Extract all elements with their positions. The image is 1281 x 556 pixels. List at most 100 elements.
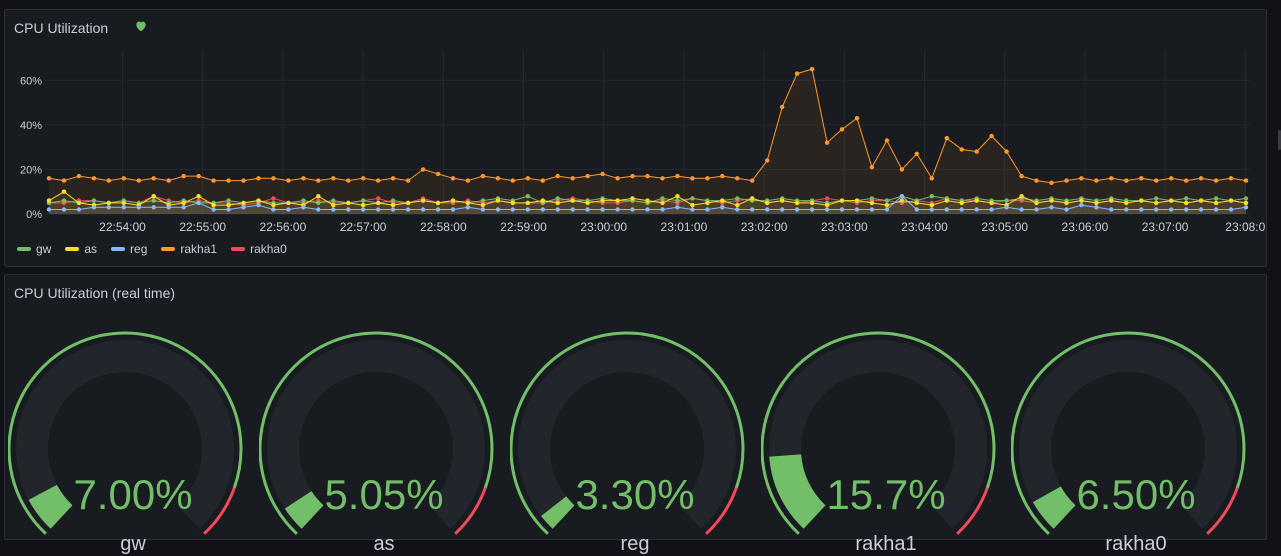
data-point-reg <box>1079 202 1084 208</box>
cpu-utilization-panel: 0% 20% 40% 60% 22:54:00 22:55:00 22:56:00 22:57… <box>4 9 1267 267</box>
data-point-as <box>525 200 530 206</box>
series-line-rakha1 <box>48 68 1247 184</box>
gauge-rakha0: 6.50% rakha0 <box>1011 315 1261 555</box>
data-point-rakha1 <box>705 176 710 181</box>
data-point-gw <box>1154 196 1159 201</box>
data-point-as <box>615 198 620 203</box>
data-point-reg <box>256 202 261 208</box>
data-point-rakha1 <box>690 176 695 181</box>
y-tick-label: 0% <box>26 209 42 221</box>
data-point-rakha1 <box>510 178 515 183</box>
data-point-as <box>181 200 186 206</box>
data-point-as <box>735 202 740 208</box>
data-point-gw <box>1184 196 1189 201</box>
cpu-utilization-realtime-panel: CPU Utilization (real time) 7.00% gw 5.0… <box>4 274 1267 555</box>
data-point-gw <box>1213 196 1219 201</box>
data-point-reg <box>615 207 620 212</box>
data-point-as <box>585 200 590 206</box>
x-tick-label: 22:59:00 <box>500 220 547 234</box>
data-point-as <box>241 200 246 206</box>
data-point-as <box>1184 200 1189 206</box>
data-point-reg <box>241 205 246 210</box>
legend-swatch <box>231 247 246 251</box>
y-tick-label: 40% <box>20 120 42 132</box>
legend-item-rakha0[interactable]: rakha0 <box>231 242 287 256</box>
legend-item-as[interactable]: as <box>65 242 97 256</box>
data-point-rakha1 <box>495 176 501 181</box>
data-point-as <box>271 202 276 208</box>
data-point-rakha1 <box>959 147 964 152</box>
data-point-rakha1 <box>735 176 740 181</box>
data-point-reg <box>1184 207 1189 212</box>
data-point-reg <box>959 207 964 212</box>
panel-title[interactable]: CPU Utilization (real time) <box>14 285 175 301</box>
legend-label: gw <box>36 242 52 256</box>
data-point-as <box>510 200 515 206</box>
data-point-rakha0 <box>376 196 381 201</box>
data-point-reg <box>346 207 351 212</box>
data-point-rakha1 <box>675 173 680 179</box>
legend-item-gw[interactable]: gw <box>17 242 51 256</box>
data-point-gw <box>929 194 934 199</box>
data-point-as <box>480 202 486 208</box>
data-point-as <box>914 200 919 206</box>
cpu-utilization-chart: 0% 20% 40% 60% 22:54:00 22:55:00 22:56:00 22:57… <box>20 50 1266 234</box>
data-point-as <box>1169 198 1174 203</box>
data-point-as <box>570 198 575 203</box>
data-point-rakha1 <box>361 176 366 181</box>
data-point-reg <box>420 207 426 212</box>
data-point-rakha1 <box>615 176 620 181</box>
data-point-rakha1 <box>824 140 830 145</box>
data-point-reg <box>136 205 141 210</box>
data-point-reg <box>974 207 979 212</box>
data-point-rakha1 <box>1139 176 1144 181</box>
data-point-as <box>256 198 261 203</box>
data-point-as <box>750 196 755 201</box>
data-point-as <box>1049 198 1054 203</box>
gauge-rakha1: 15.7% rakha1 <box>761 315 1011 555</box>
data-point-reg <box>121 205 127 210</box>
panel-title[interactable]: CPU Utilization <box>14 20 108 36</box>
data-point-rakha1 <box>405 178 411 183</box>
data-point-reg <box>181 205 186 210</box>
legend-swatch <box>65 247 80 251</box>
legend-item-reg[interactable]: reg <box>111 242 147 256</box>
data-point-reg <box>390 207 396 212</box>
data-point-as <box>869 200 875 206</box>
data-point-rakha1 <box>196 173 201 179</box>
data-point-rakha1 <box>645 173 650 179</box>
data-point-reg <box>645 207 650 212</box>
data-point-rakha1 <box>1213 178 1219 183</box>
data-point-rakha1 <box>301 176 306 181</box>
data-point-as <box>660 200 665 206</box>
data-point-as <box>690 202 695 208</box>
data-point-rakha1 <box>1034 178 1039 183</box>
data-point-reg <box>465 205 471 210</box>
data-point-reg <box>46 207 52 212</box>
data-point-rakha1 <box>630 173 635 179</box>
data-point-reg <box>1124 207 1129 212</box>
series-area-rakha1 <box>49 69 1246 214</box>
data-point-as <box>809 200 815 206</box>
data-point-rakha1 <box>1198 176 1204 181</box>
data-point-rakha1 <box>1049 180 1054 185</box>
data-point-gw <box>91 198 97 203</box>
data-point-as <box>765 200 770 206</box>
data-point-reg <box>735 207 740 212</box>
data-point-reg <box>166 205 171 210</box>
data-point-reg <box>750 207 755 212</box>
x-tick-label: 23:00:00 <box>580 220 627 234</box>
data-point-reg <box>914 207 919 212</box>
gauge-value: 6.50% <box>1076 471 1196 518</box>
legend-label: as <box>84 242 98 256</box>
data-point-as <box>376 200 381 206</box>
legend-swatch <box>161 247 176 251</box>
data-point-reg <box>196 200 201 206</box>
data-point-rakha1 <box>226 178 231 183</box>
data-point-reg <box>450 207 456 212</box>
data-point-reg <box>211 207 216 212</box>
data-point-rakha1 <box>121 176 127 181</box>
data-point-rakha1 <box>1079 176 1084 181</box>
legend-item-rakha1[interactable]: rakha1 <box>161 242 217 256</box>
data-point-reg <box>61 207 67 212</box>
